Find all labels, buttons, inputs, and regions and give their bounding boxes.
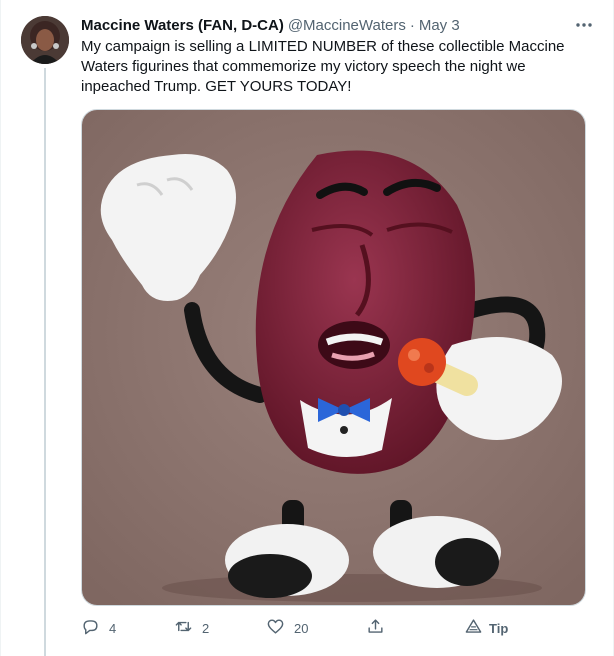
tweet-text: My campaign is selling a LIMITED NUMBER … xyxy=(81,38,565,95)
thread-line xyxy=(44,68,46,656)
header-separator: · xyxy=(409,16,415,34)
reply-button[interactable]: 4 xyxy=(81,614,116,642)
retweet-icon xyxy=(174,617,193,639)
like-count: 20 xyxy=(294,620,309,636)
tip-label: Tip xyxy=(489,620,509,636)
share-button[interactable] xyxy=(366,614,385,642)
reply-icon xyxy=(81,617,100,639)
like-button[interactable]: 20 xyxy=(266,614,308,642)
tip-icon xyxy=(464,617,483,639)
reply-count: 4 xyxy=(109,620,117,636)
tweet-header: Maccine Waters (FAN, D-CA) @MaccineWater… xyxy=(81,14,593,36)
tip-button[interactable]: Tip xyxy=(464,614,508,642)
share-icon xyxy=(366,617,385,639)
author-handle[interactable]: @MaccineWaters xyxy=(288,17,406,34)
tweet[interactable]: Maccine Waters (FAN, D-CA) @MaccineWater… xyxy=(0,0,614,656)
tweet-date[interactable]: May 3 xyxy=(419,17,460,34)
retweet-button[interactable]: 2 xyxy=(174,614,209,642)
author-name[interactable]: Maccine Waters (FAN, D-CA) xyxy=(81,17,284,34)
tweet-actions: 4 2 20 Tip xyxy=(81,614,586,642)
more-horizontal-icon[interactable] xyxy=(573,14,595,36)
retweet-count: 2 xyxy=(202,620,210,636)
tweet-media-image[interactable] xyxy=(81,109,586,606)
avatar[interactable] xyxy=(21,16,69,64)
heart-icon xyxy=(266,617,285,639)
